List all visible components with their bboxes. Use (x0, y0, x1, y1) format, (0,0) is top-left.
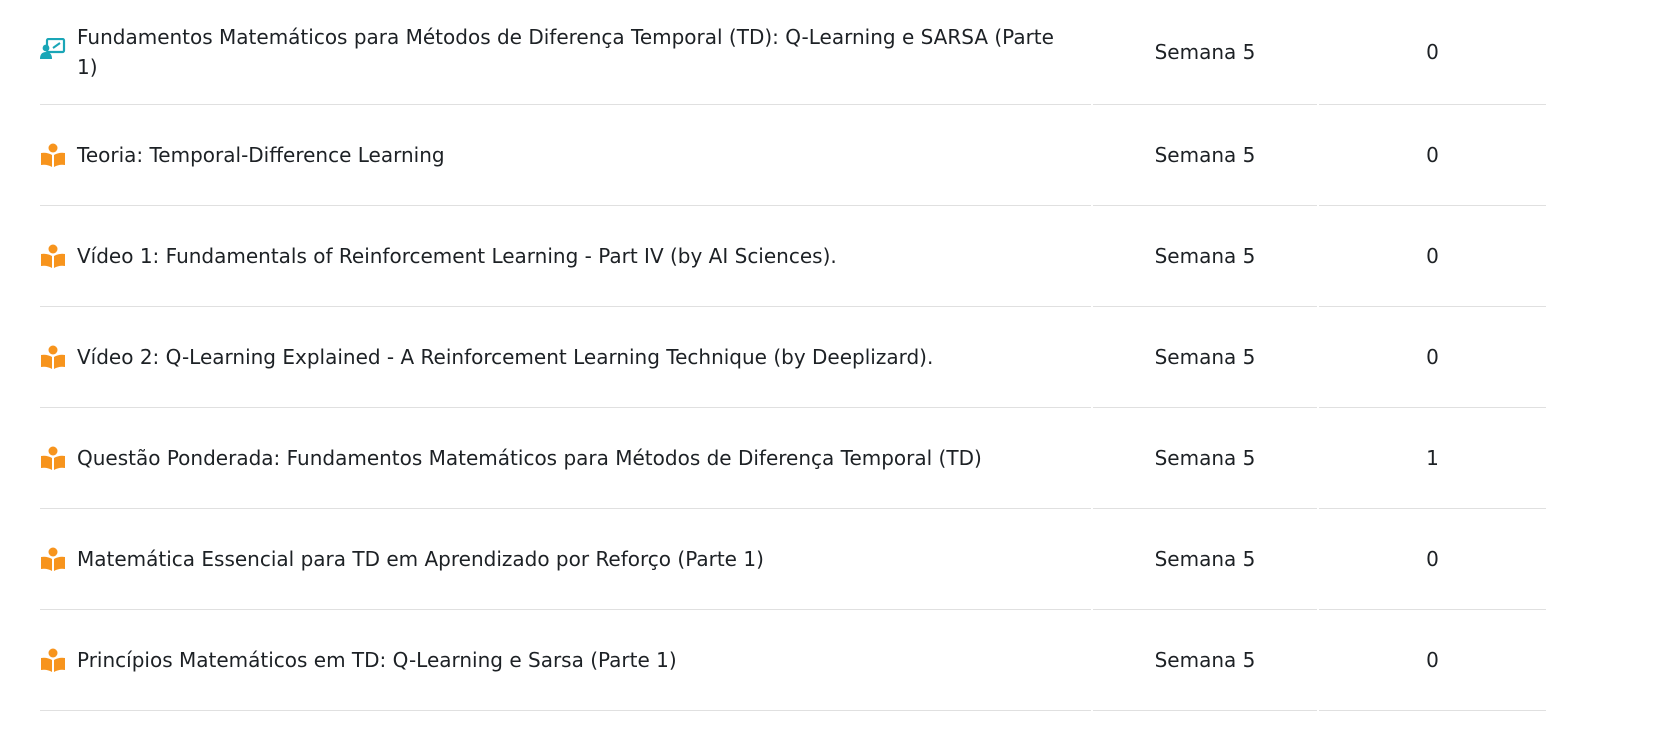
table-row: Questão Ponderada: Fundamentos Matemátic… (40, 408, 1546, 509)
table-row: Teoria: Temporal-Difference Learning Sem… (40, 105, 1546, 206)
title-cell: Matemática Essencial para TD em Aprendiz… (40, 509, 1092, 609)
week-cell: Semana 5 (1154, 648, 1256, 672)
activity-link[interactable]: Fundamentos Matemáticos para Métodos de … (77, 22, 1057, 82)
book-reader-icon (40, 445, 66, 471)
week-cell: Semana 5 (1154, 446, 1256, 470)
title-cell: Princípios Matemáticos em TD: Q-Learning… (40, 610, 1092, 710)
count-cell: 0 (1426, 345, 1439, 369)
book-reader-icon (40, 344, 66, 370)
activity-link[interactable]: Questão Ponderada: Fundamentos Matemátic… (77, 443, 982, 473)
title-cell: Questão Ponderada: Fundamentos Matemátic… (40, 408, 1092, 508)
count-cell: 1 (1426, 446, 1439, 470)
table-row: Vídeo 1: Fundamentals of Reinforcement L… (40, 206, 1546, 307)
book-reader-icon (40, 243, 66, 269)
week-cell: Semana 5 (1154, 547, 1256, 571)
title-cell: Fundamentos Matemáticos para Métodos de … (40, 0, 1092, 104)
count-cell: 0 (1426, 143, 1439, 167)
activities-table: Fundamentos Matemáticos para Métodos de … (40, 0, 1546, 711)
title-cell: Vídeo 1: Fundamentals of Reinforcement L… (40, 206, 1092, 306)
count-cell: 0 (1426, 244, 1439, 268)
title-cell: Vídeo 2: Q-Learning Explained - A Reinfo… (40, 307, 1092, 407)
table-row: Princípios Matemáticos em TD: Q-Learning… (40, 610, 1546, 711)
table-row: Matemática Essencial para TD em Aprendiz… (40, 509, 1546, 610)
table-row: Vídeo 2: Q-Learning Explained - A Reinfo… (40, 307, 1546, 408)
count-cell: 0 (1426, 648, 1439, 672)
table-row: Fundamentos Matemáticos para Métodos de … (40, 0, 1546, 105)
week-cell: Semana 5 (1154, 244, 1256, 268)
count-cell: 0 (1426, 547, 1439, 571)
week-cell: Semana 5 (1154, 143, 1256, 167)
activity-link[interactable]: Matemática Essencial para TD em Aprendiz… (77, 544, 764, 574)
book-reader-icon (40, 142, 66, 168)
activity-link[interactable]: Vídeo 2: Q-Learning Explained - A Reinfo… (77, 342, 933, 372)
activity-link[interactable]: Teoria: Temporal-Difference Learning (77, 140, 445, 170)
title-cell: Teoria: Temporal-Difference Learning (40, 105, 1092, 205)
activity-link[interactable]: Princípios Matemáticos em TD: Q-Learning… (77, 645, 677, 675)
week-cell: Semana 5 (1154, 345, 1256, 369)
meeting-icon (40, 36, 66, 62)
count-cell: 0 (1426, 40, 1439, 64)
book-reader-icon (40, 546, 66, 572)
activity-link[interactable]: Vídeo 1: Fundamentals of Reinforcement L… (77, 241, 837, 271)
book-reader-icon (40, 647, 66, 673)
week-cell: Semana 5 (1154, 40, 1256, 64)
